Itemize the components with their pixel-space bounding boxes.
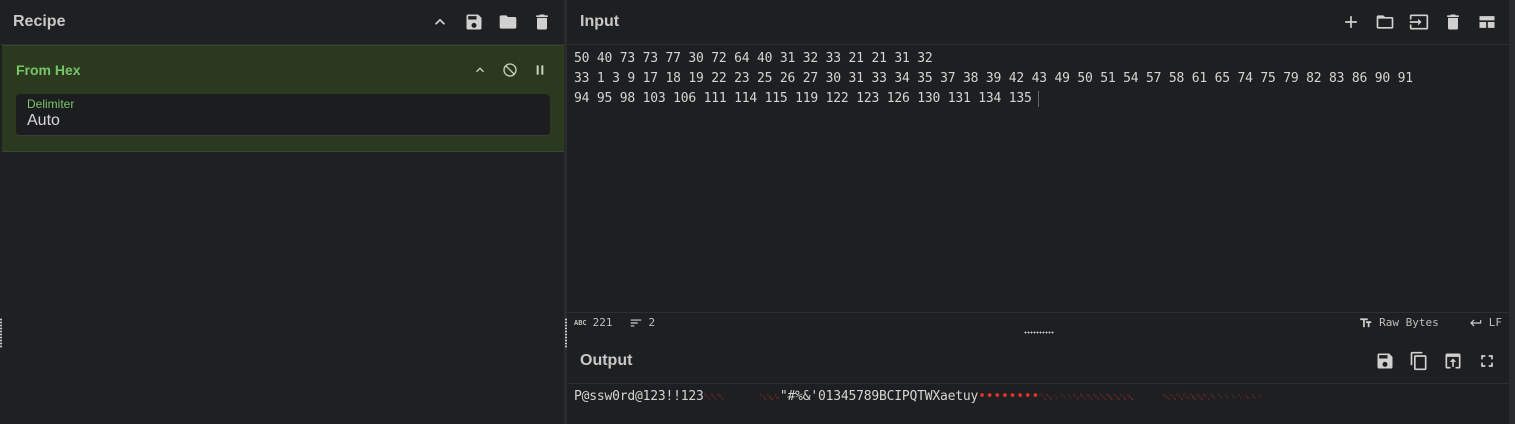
layout-icon[interactable] (1477, 12, 1497, 32)
from-hex-operation[interactable]: From Hex Delimiter Auto (2, 45, 564, 152)
trash-icon[interactable] (1443, 12, 1463, 32)
input-textarea[interactable]: 50 40 73 73 77 30 72 64 40 31 32 33 21 2… (567, 45, 1509, 113)
recipe-header: Recipe (0, 0, 564, 45)
control-chars: ␗␘␙ (759, 393, 781, 403)
input-line: 50 40 73 73 77 30 72 64 40 31 32 33 21 2… (574, 51, 933, 66)
text-cursor (1037, 90, 1039, 107)
output-title: Output (580, 352, 633, 369)
save-icon[interactable] (1375, 351, 1395, 371)
scrollbar[interactable] (1509, 0, 1515, 424)
output-text[interactable]: P@ssw0rd@123!!123␑␒␓ ␗␘␙"#%&'01345789BCIP… (567, 384, 1509, 409)
chevron-up-icon[interactable] (430, 12, 450, 32)
lines-status: 2 (629, 316, 655, 330)
disable-icon[interactable] (500, 60, 520, 80)
abc-icon: ABC (574, 318, 587, 327)
fullscreen-icon[interactable] (1477, 351, 1497, 371)
control-chars: ␑␒␓ (703, 393, 725, 403)
invalid-chars: •••••••• (978, 389, 1040, 404)
return-icon (1469, 319, 1481, 326)
eol-status[interactable]: LF (1469, 316, 1502, 330)
input-title: Input (580, 13, 620, 30)
delimiter-label: Delimiter (27, 97, 75, 111)
input-header: Input (567, 0, 1509, 45)
operation-title: From Hex (16, 62, 81, 78)
control-chars: ␃␆␊␋␏␐␑␒␓␔␕␖␗␘ (1039, 393, 1133, 403)
recipe-title: Recipe (13, 13, 66, 30)
input-line: 33 1 3 9 17 18 19 22 23 25 26 27 30 31 3… (574, 71, 1413, 86)
input-line-last: 94 95 98 103 106 111 114 115 119 122 123… (574, 89, 1502, 109)
pause-icon[interactable] (530, 60, 550, 80)
delimiter-field[interactable]: Delimiter Auto (16, 94, 550, 136)
output-header: Output (567, 339, 1509, 384)
delimiter-value[interactable]: Auto (27, 112, 539, 130)
add-icon[interactable] (1341, 12, 1361, 32)
open-folder-icon[interactable] (1375, 12, 1395, 32)
input-status-bar: ABC 221 2 Raw Bytes LF (567, 312, 1509, 332)
replace-input-icon[interactable] (1443, 351, 1463, 371)
copy-icon[interactable] (1409, 351, 1429, 371)
text-size-icon (1360, 317, 1372, 327)
folder-icon[interactable] (498, 12, 518, 32)
chevron-up-icon[interactable] (470, 60, 490, 80)
input-file-icon[interactable] (1409, 12, 1429, 32)
recipe-pane: Recipe From Hex Delimiter Auto (0, 0, 565, 424)
resize-grip[interactable] (1024, 331, 1054, 334)
resize-handle-left[interactable] (0, 318, 2, 348)
output-section: Output P@ssw0rd@123!!123␑␒␓ ␗␘␙"#%&'01345… (567, 339, 1509, 424)
lines-icon (630, 319, 641, 326)
input-section: Input 50 40 73 73 77 30 72 64 40 31 32 3… (567, 0, 1509, 312)
length-status: ABC 221 (574, 316, 613, 329)
control-chars: ␁␂␃␄␅␆␇␈␉␊␋␌␍␎␏ (1163, 393, 1264, 403)
save-icon[interactable] (464, 12, 484, 32)
trash-icon[interactable] (532, 12, 552, 32)
io-pane: Input 50 40 73 73 77 30 72 64 40 31 32 3… (567, 0, 1509, 424)
encoding-status[interactable]: Raw Bytes (1359, 316, 1439, 330)
